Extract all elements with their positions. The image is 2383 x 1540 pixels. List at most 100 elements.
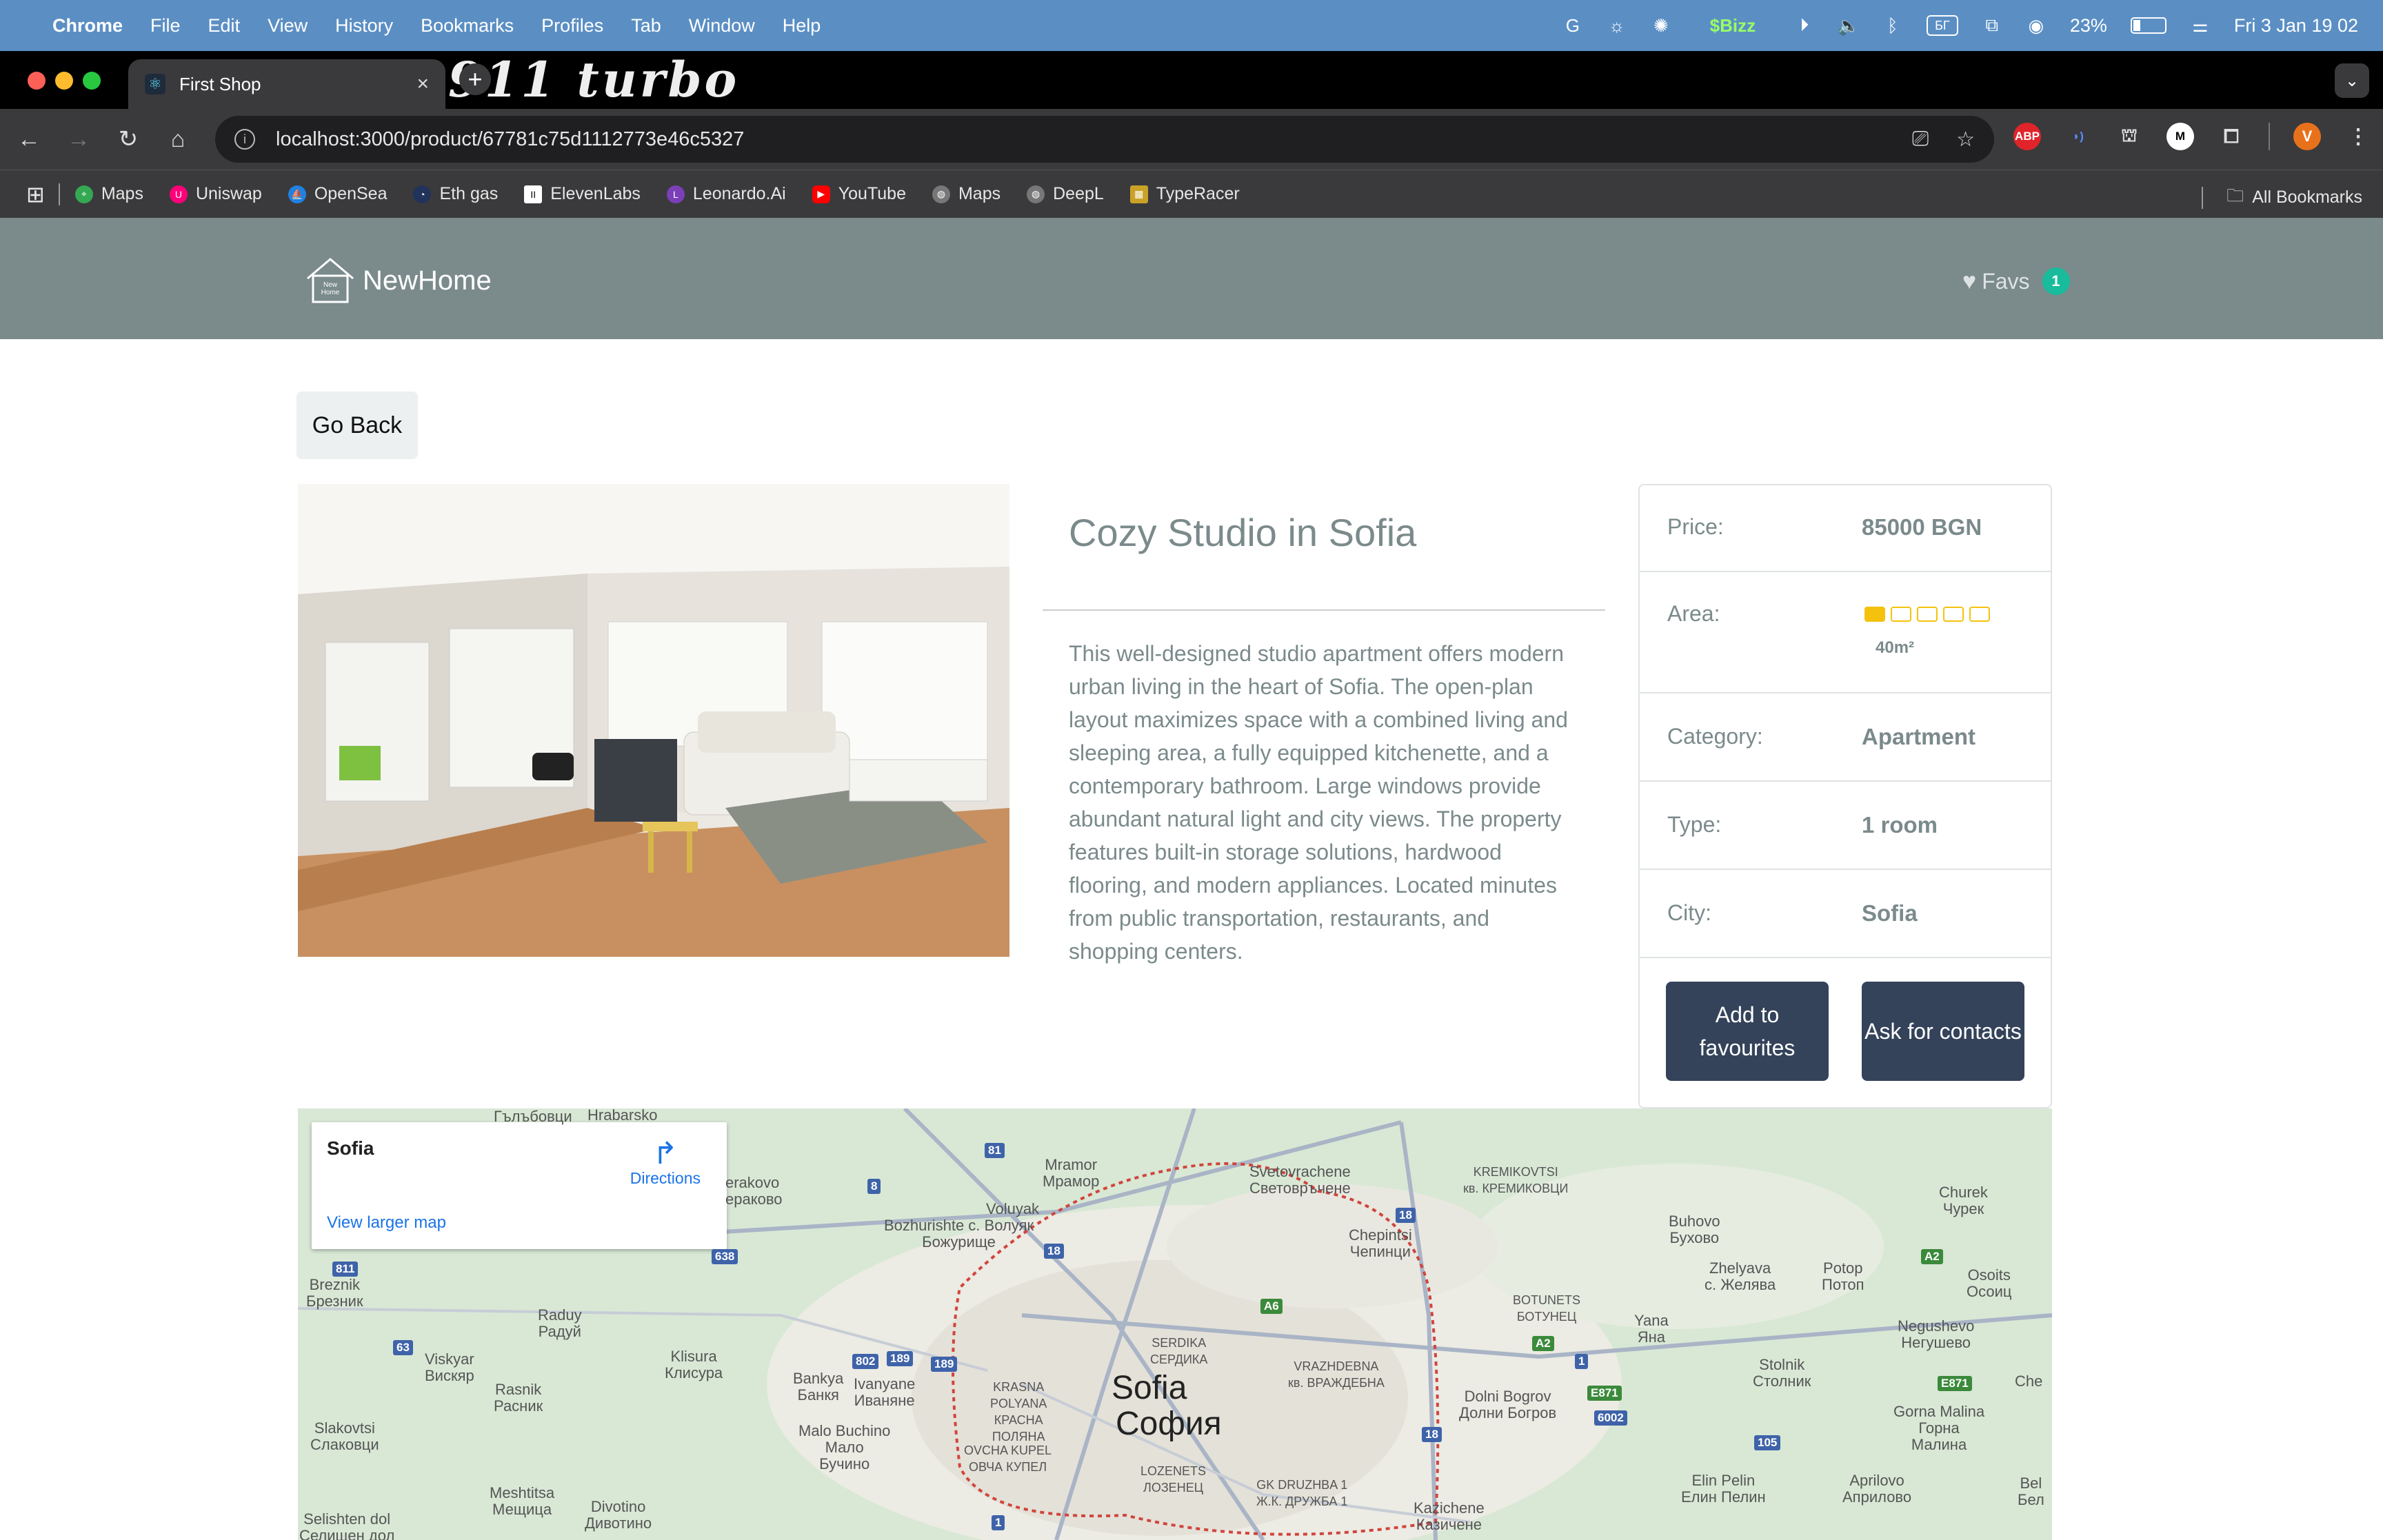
map-label-slakovtsi: Slakovtsi Слаковци [310,1419,379,1453]
bookmark-uniswap[interactable]: U Uniswap [169,184,262,204]
forward-icon[interactable]: → [63,124,94,154]
brightness-icon[interactable]: ☼ [1607,15,1627,36]
tab-search-button[interactable]: ⌄ [2335,63,2369,98]
speech-extension-icon[interactable]: ◗) [2064,123,2092,150]
menu-history[interactable]: History [335,15,393,37]
favs-link[interactable]: ♥ Favs 1 [1962,267,2070,295]
openai-icon[interactable]: ✺ [1651,15,1671,36]
menu-tab[interactable]: Tab [631,15,661,37]
menu-window[interactable]: Window [689,15,755,37]
tab-title: First Shop [179,73,261,94]
reload-icon[interactable]: ↻ [113,124,143,154]
adblock-icon[interactable]: ABP [2013,123,2041,150]
play-icon[interactable]: ⏵ [1794,14,1815,36]
favs-label: Favs [1982,268,2030,294]
gift-extension-icon[interactable]: ⛫ [2115,123,2143,150]
price-row: Price: 85000 BGN [1640,485,2051,572]
map-label-raduy: Raduy Радуй [538,1306,582,1340]
city-row: City: Sofia [1640,870,2051,958]
road-shield: E871 [1587,1386,1622,1401]
zoom-window-button[interactable] [83,72,101,90]
add-to-favourites-button[interactable]: Add to favourites [1666,982,1829,1081]
bluetooth-icon[interactable]: ᛒ [1882,15,1903,36]
menu-app-name[interactable]: Chrome [52,15,123,37]
site-info-icon[interactable]: i [234,129,255,150]
menu-view[interactable]: View [268,15,308,37]
user-icon[interactable]: ◉ [2026,15,2047,36]
bookmark-deepl[interactable]: ◍ DeepL [1027,184,1104,204]
screen-mirroring-icon[interactable]: ⧉ [1982,14,2002,36]
ask-for-contacts-button[interactable]: Ask for contacts [1862,982,2024,1081]
menu-file[interactable]: File [150,15,181,37]
brand-logo-link[interactable]: New Home NewHome [305,255,492,306]
map-label-churek: Churek Чурек [1939,1184,1988,1217]
close-window-button[interactable] [28,72,46,90]
bookmark-leonardo[interactable]: L Leonardo.Ai [666,184,786,204]
bookmark-typeracer[interactable]: ▦ TypeRacer [1129,184,1240,204]
address-bar[interactable]: i localhost:3000/product/67781c75d111277… [215,116,1994,163]
back-icon[interactable]: ← [14,124,44,154]
logo-text-home: Home [321,289,340,296]
map-label-malo-buchino: Malo Buchino Мало Бучино [798,1422,891,1472]
new-tab-button[interactable]: + [459,63,491,95]
bookmark-youtube[interactable]: ▶ YouTube [812,184,906,204]
bizz-icon[interactable]: $Bizz [1695,15,1771,36]
close-tab-icon[interactable]: × [416,72,429,96]
bookmark-maps-2[interactable]: ◍ Maps [932,184,1001,204]
grammarly-icon[interactable]: G [1562,15,1583,36]
map-label-vrazhdebna: VRAZHDEBNA кв. ВРАЖДЕБНА [1288,1359,1385,1390]
bookmark-elevenlabs[interactable]: II ElevenLabs [524,184,641,204]
road-shield: 18 [1396,1208,1416,1223]
directions-link[interactable]: ↱ Directions [630,1139,701,1188]
map-label-divotino: Divotino Дивотино [585,1498,652,1532]
folder-icon: 🗀 [2226,186,2244,205]
area-rating [1864,607,1990,622]
map-label-hrabarsko: Hrabarsko [587,1108,658,1124]
all-bookmarks-button[interactable]: 🗀 All Bookmarks [2202,183,2362,212]
battery-icon[interactable] [2130,17,2166,34]
menu-profiles[interactable]: Profiles [541,15,603,37]
map-label-serdika: SERDIKA СЕРДИКА [1150,1336,1208,1366]
map-label-breznik: Breznik Брезник [306,1276,363,1310]
url-text[interactable]: localhost:3000/product/67781c75d1112773e… [276,128,744,151]
apps-grid-icon[interactable]: ⊞ [26,181,45,207]
clock[interactable]: Fri 3 Jan 19 02 [2234,15,2358,37]
map-label-mramor: Mramor Мрамор [1043,1156,1100,1190]
puzzle-icon[interactable]: ⧠ [2218,123,2245,150]
control-center-icon[interactable]: ⚌ [2190,15,2211,36]
install-app-icon[interactable]: ⎚ [1912,128,1929,152]
profile-avatar[interactable]: V [2293,123,2321,150]
view-larger-map-link[interactable]: View larger map [327,1213,446,1233]
map-label-galabovtsi: Гълъбовци [494,1108,572,1125]
input-source-icon[interactable]: БГ [1926,15,1958,36]
opensea-icon: ⛵ [288,185,306,203]
map-label-che: Che [2015,1372,2043,1390]
site-navbar: New Home NewHome ♥ Favs 1 [0,218,2383,339]
menu-edit[interactable]: Edit [208,15,241,37]
map-label-sofia-cyr: София [1116,1406,1222,1442]
kebab-menu-icon[interactable]: ⋮ [2344,123,2372,150]
bookmark-maps[interactable]: ⌖ Maps [74,184,143,204]
map-label-potop: Potop Потоп [1822,1259,1864,1293]
minimize-window-button[interactable] [55,72,73,90]
go-back-button[interactable]: Go Back [296,392,418,459]
directions-icon: ↱ [652,1137,678,1171]
metamask-extension-icon[interactable]: M [2166,123,2194,150]
bookmark-label: TypeRacer [1156,184,1240,203]
bookmark-opensea[interactable]: ⛵ OpenSea [288,184,387,204]
volume-icon[interactable]: 🔈 [1838,15,1860,36]
youtube-icon: ▶ [812,185,830,203]
menu-help[interactable]: Help [783,15,821,37]
bookmark-star-icon[interactable]: ☆ [1956,128,1975,152]
embedded-map[interactable]: Sofia ↱ Directions View larger map Sofia… [298,1108,2052,1540]
category-value: Apartment [1862,724,1976,749]
home-icon[interactable]: ⌂ [163,124,193,154]
price-label: Price: [1667,514,1724,539]
map-label-osoits: Osoits Осоиц [1967,1266,2012,1300]
menu-bookmarks[interactable]: Bookmarks [421,15,514,37]
bookmark-eth-gas[interactable]: ◔ Eth gas [413,184,498,204]
react-icon: ⚛ [145,74,165,94]
road-shield: 811 [332,1262,359,1277]
browser-tab[interactable]: ⚛ First Shop × [128,59,445,109]
map-label-sofia: Sofia [1112,1370,1187,1406]
